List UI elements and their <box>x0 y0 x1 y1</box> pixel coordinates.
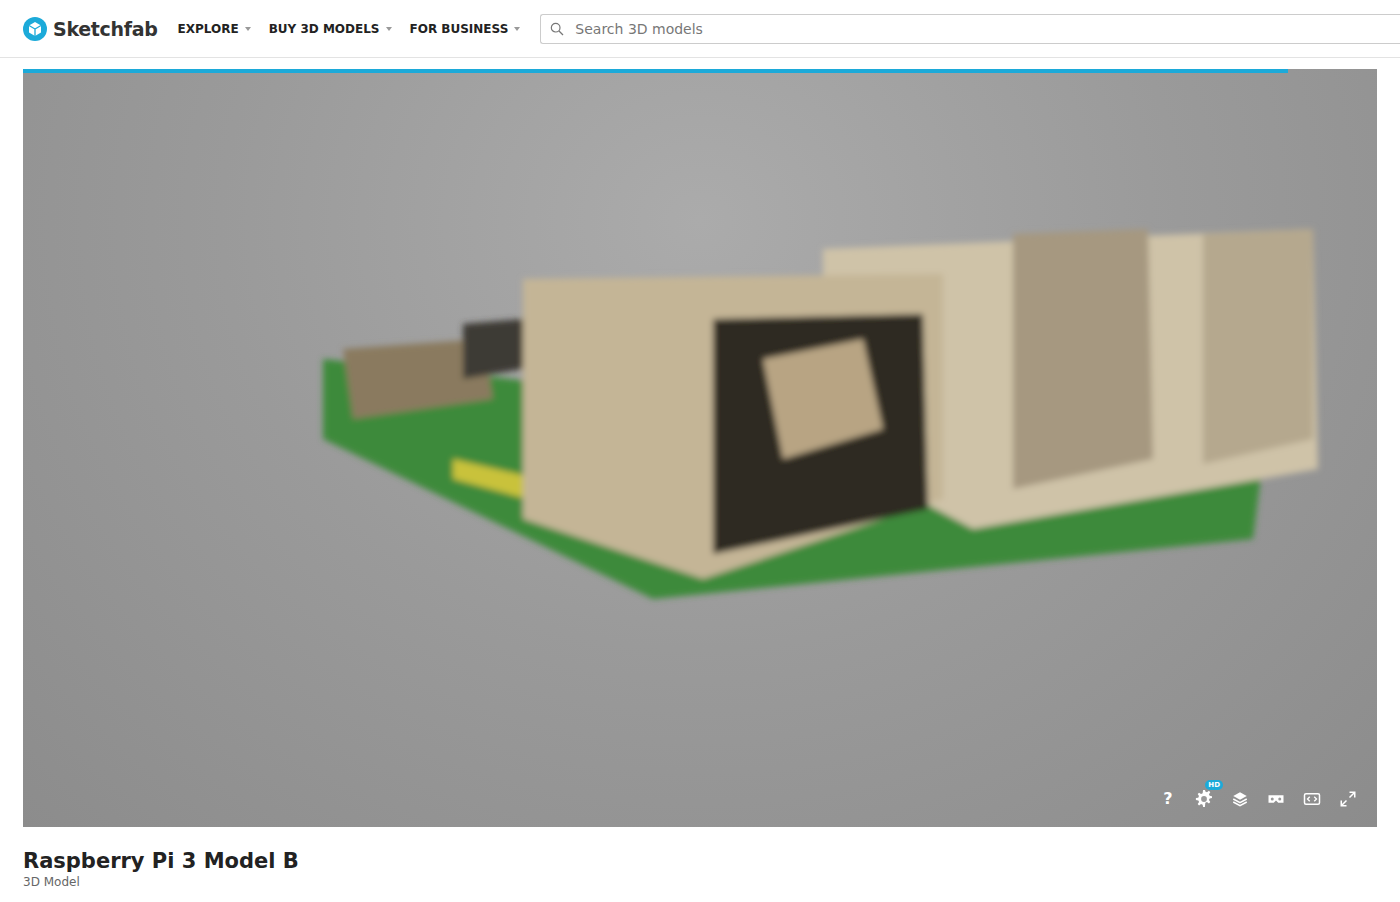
nav-item[interactable]: EXPLORE <box>178 22 251 36</box>
search-input[interactable] <box>573 20 1400 38</box>
model-viewer[interactable]: ? HD <box>23 69 1377 827</box>
fullscreen-icon[interactable] <box>1339 790 1357 808</box>
search-icon[interactable] <box>549 21 565 37</box>
hd-badge: HD <box>1205 780 1223 790</box>
fullscreen-button[interactable] <box>1337 788 1359 810</box>
model-type: 3D Model <box>23 875 1377 889</box>
nav-item[interactable]: FOR BUSINESS <box>410 22 521 36</box>
nav-label[interactable]: EXPLORE <box>178 22 239 36</box>
viewer-controls: ? HD <box>1157 788 1359 810</box>
main-nav: EXPLORE BUY 3D MODELS FOR BUSINESS <box>178 22 521 36</box>
main-content: ? HD Raspberry Pi 3 Model B3D Model <box>0 58 1400 889</box>
vr-button[interactable] <box>1265 788 1287 810</box>
top-bar: Sketchfab EXPLORE BUY 3D MODELS FOR BUSINES… <box>0 0 1400 58</box>
sketchfab-logo-icon[interactable] <box>23 17 47 41</box>
model-title: Raspberry Pi 3 Model B <box>23 849 1377 874</box>
caret-icon[interactable] <box>245 27 251 31</box>
caret-icon[interactable] <box>386 27 392 31</box>
loading-bar <box>23 69 1377 73</box>
nav-label[interactable]: FOR BUSINESS <box>410 22 509 36</box>
model-render[interactable] <box>23 69 1377 827</box>
nav-label[interactable]: BUY 3D MODELS <box>269 22 380 36</box>
nav-item[interactable]: BUY 3D MODELS <box>269 22 392 36</box>
help-button[interactable]: ? <box>1157 788 1179 810</box>
layers-icon[interactable] <box>1231 790 1249 808</box>
loading-fill <box>23 69 1288 73</box>
caret-icon[interactable] <box>514 27 520 31</box>
gear-icon[interactable] <box>1195 790 1213 808</box>
help-label[interactable]: ? <box>1163 791 1172 807</box>
logo-text[interactable]: Sketchfab <box>53 18 158 40</box>
embed-button[interactable] <box>1301 788 1323 810</box>
embed-icon[interactable] <box>1303 790 1321 808</box>
logo[interactable]: Sketchfab <box>23 17 158 41</box>
search-box[interactable] <box>540 14 1400 44</box>
layers-button[interactable] <box>1229 788 1251 810</box>
settings-button[interactable]: HD <box>1193 788 1215 810</box>
vr-headset-icon[interactable] <box>1267 790 1285 808</box>
